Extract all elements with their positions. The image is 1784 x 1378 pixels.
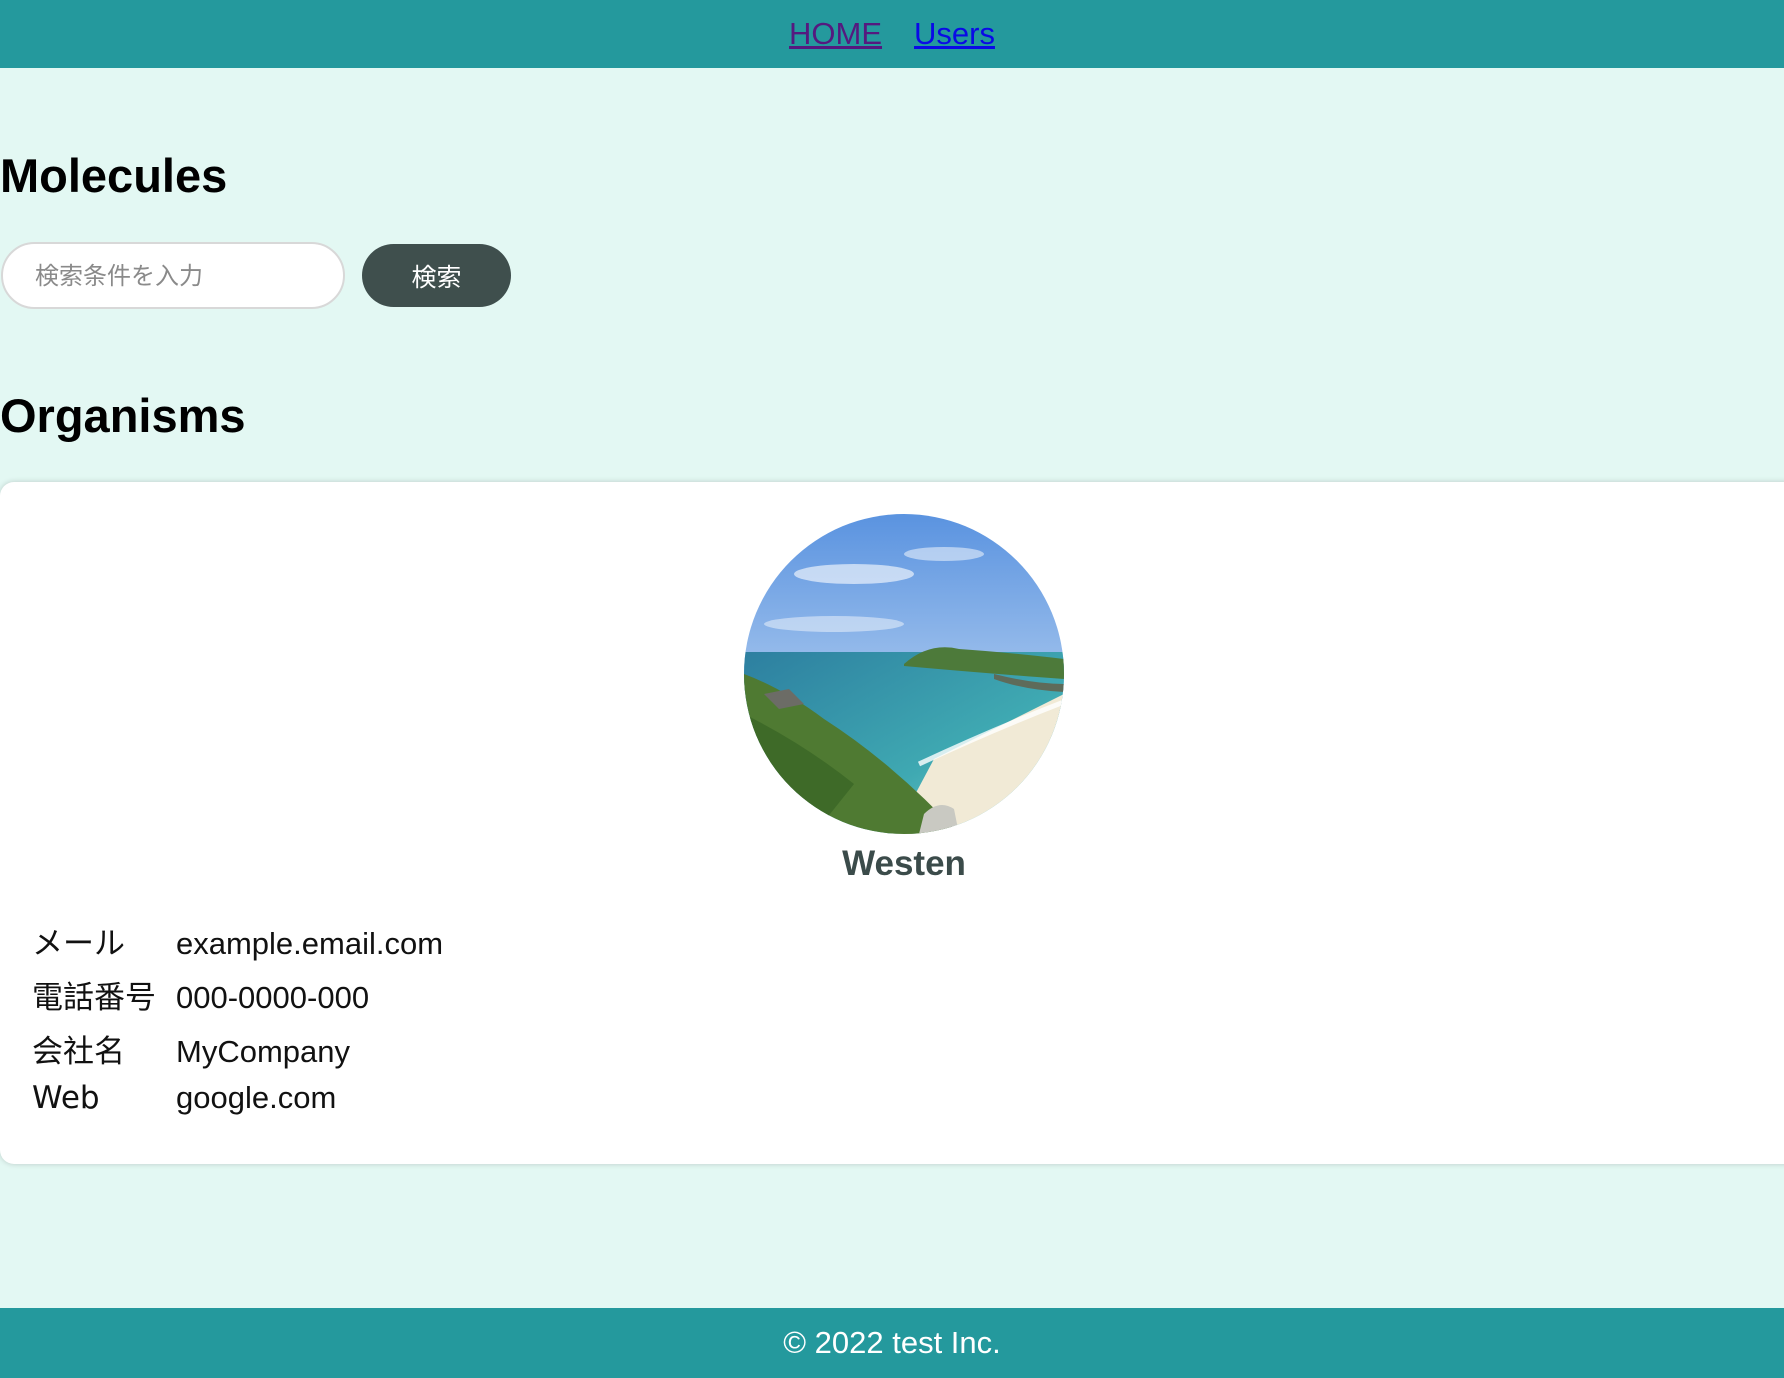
info-row-web: Web google.com <box>32 1080 336 1116</box>
info-row-phone: 電話番号 000-0000-000 <box>32 972 369 1017</box>
info-label: 会社名 <box>32 1034 125 1070</box>
info-value: example.email.com <box>176 926 444 961</box>
user-name: Westen <box>842 844 966 883</box>
info-label: 電話番号 <box>32 980 156 1016</box>
user-card: Westen メール example.email.com 電話番号 000-00… <box>0 482 1784 1164</box>
copyright-text: © 2022 test Inc. <box>783 1325 1001 1360</box>
site-footer: © 2022 test Inc. <box>0 1308 1784 1378</box>
info-label: メール <box>32 926 125 962</box>
page: HOME Users Molecules 検索 Organisms <box>0 0 1784 1378</box>
info-value: google.com <box>176 1080 337 1115</box>
landscape-photo-icon <box>744 514 1064 834</box>
organisms-heading: Organisms <box>0 389 246 442</box>
molecules-heading: Molecules <box>0 149 228 202</box>
info-value: 000-0000-000 <box>176 980 370 1015</box>
info-row-email: メール example.email.com <box>32 918 443 963</box>
avatar <box>744 514 1064 834</box>
nav-link-users[interactable]: Users <box>914 16 995 52</box>
info-label: Web <box>32 1080 100 1116</box>
search-input[interactable] <box>1 242 345 309</box>
top-nav: HOME Users <box>0 0 1784 68</box>
info-value: MyCompany <box>176 1034 350 1069</box>
search-button[interactable]: 検索 <box>362 244 511 307</box>
info-row-company: 会社名 MyCompany <box>32 1026 350 1071</box>
nav-link-home[interactable]: HOME <box>789 16 882 52</box>
